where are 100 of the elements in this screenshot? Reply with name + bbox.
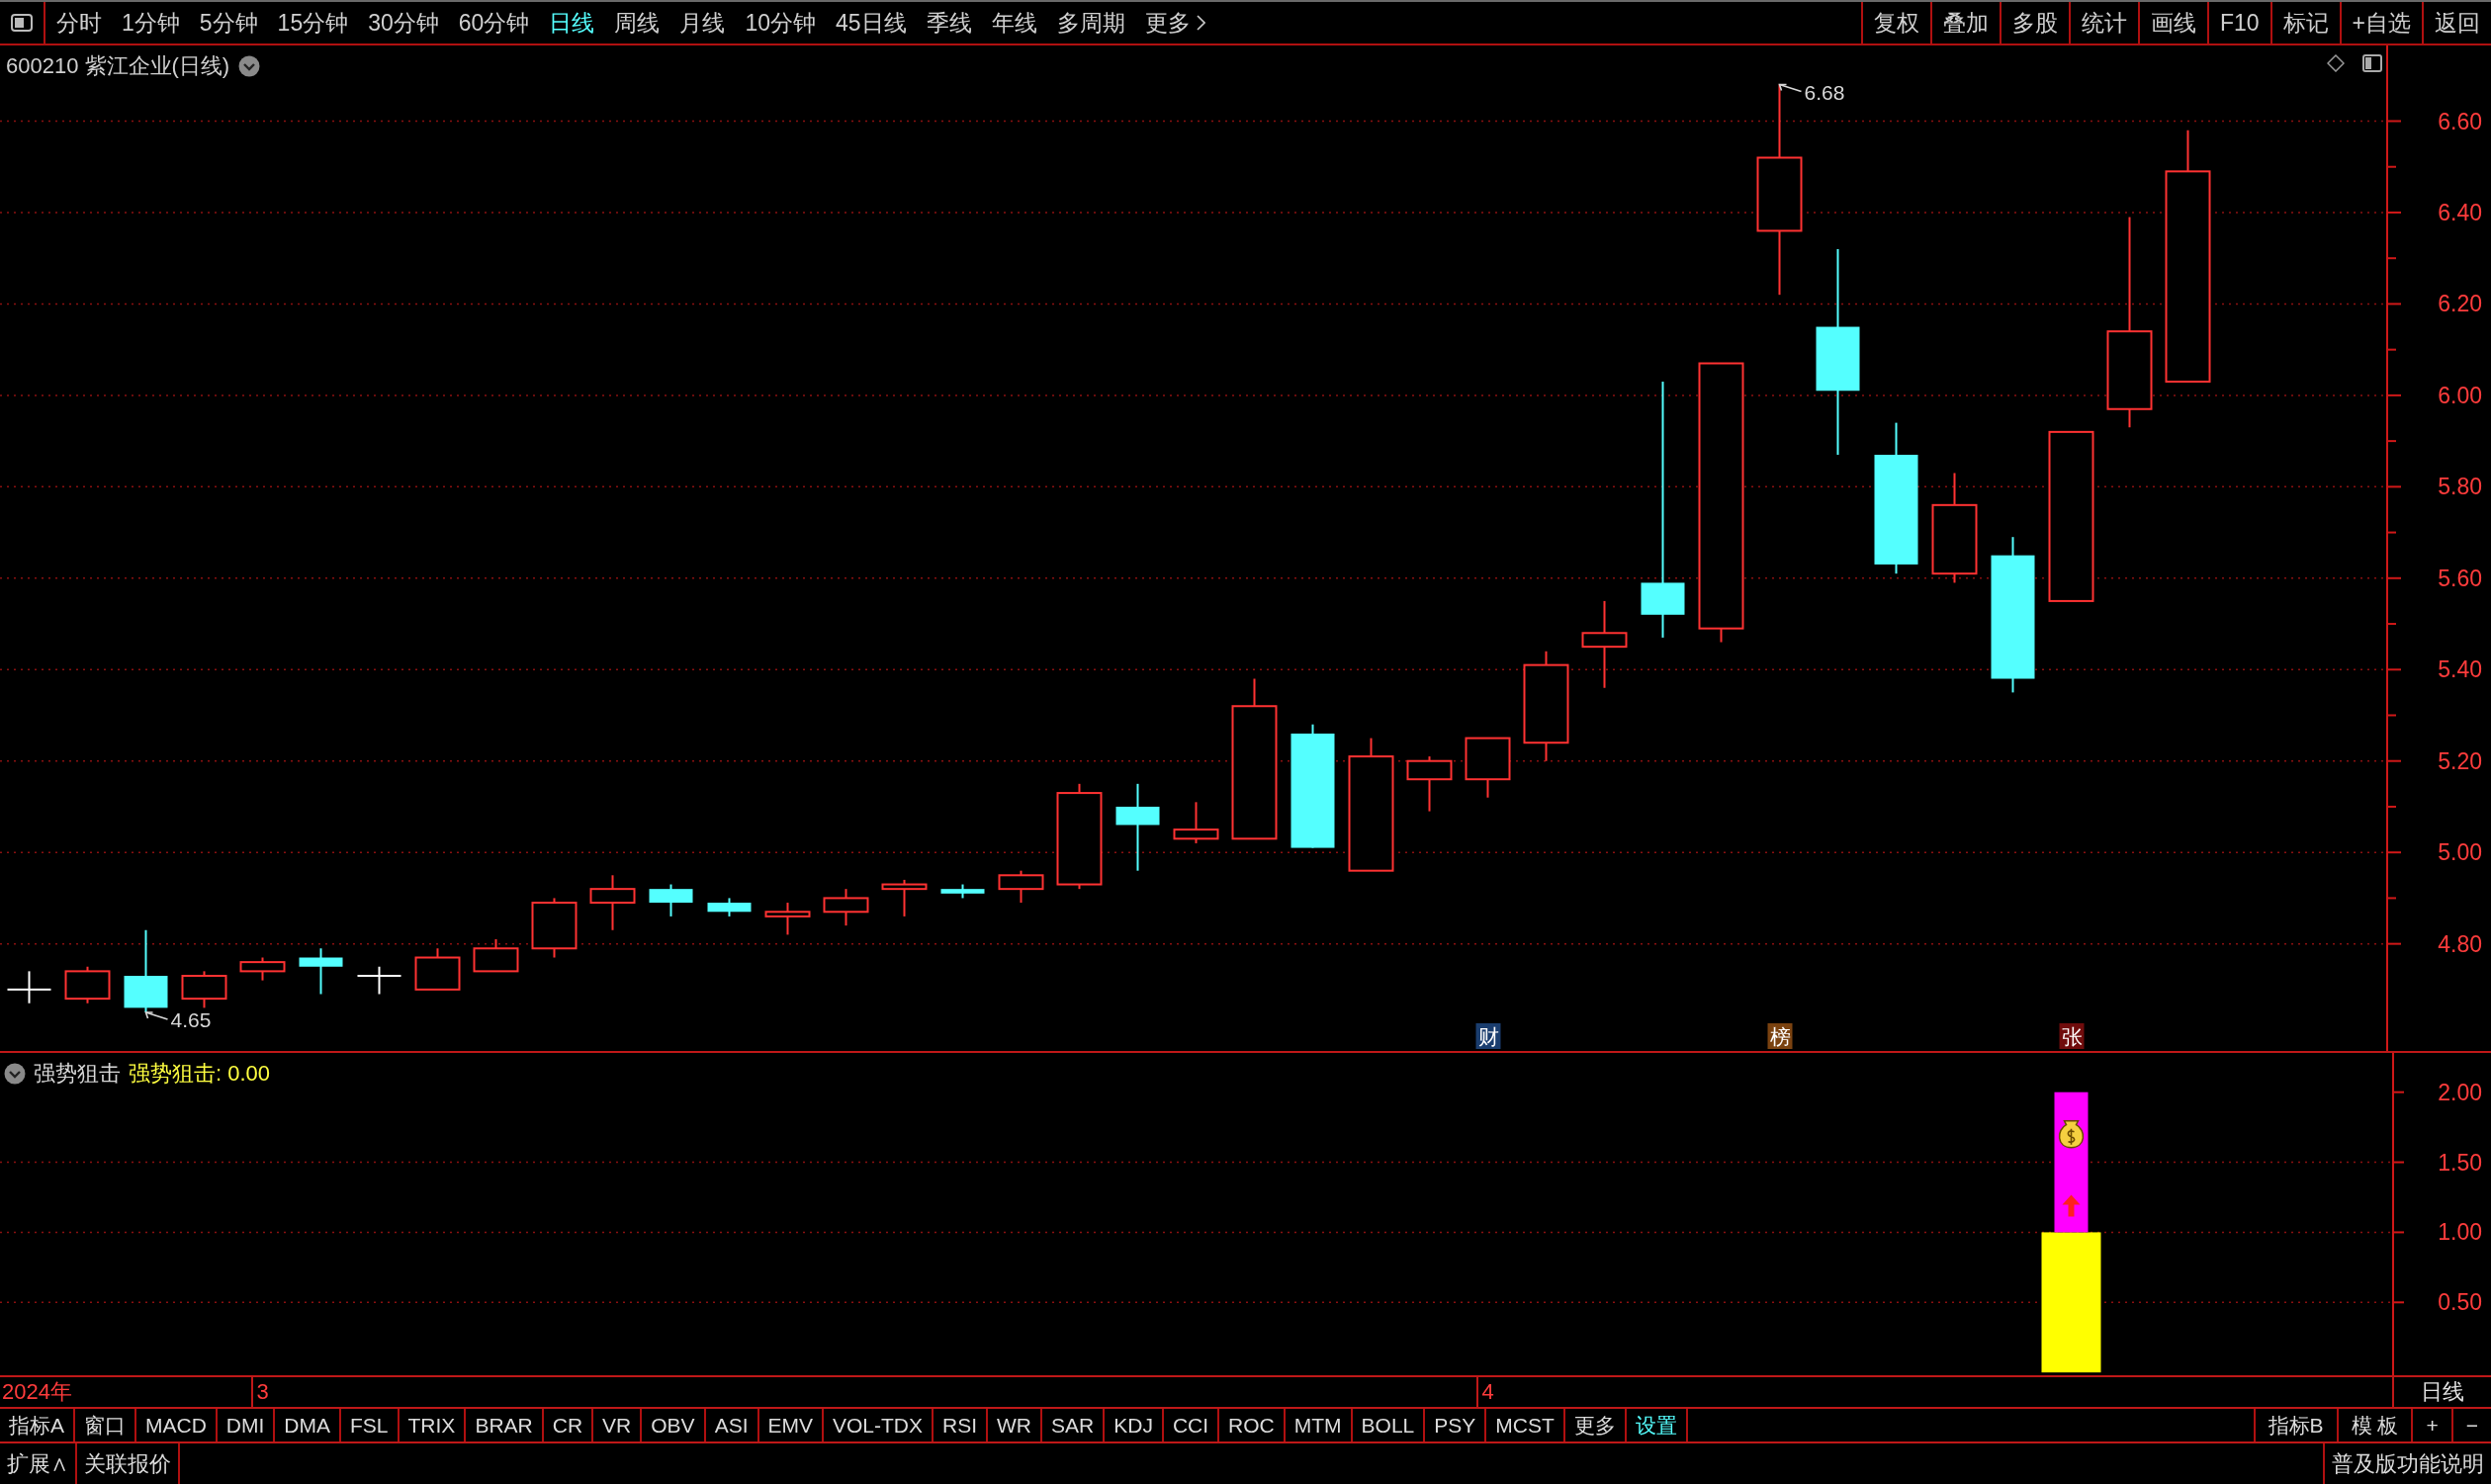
indicator-tab[interactable]: RSI	[934, 1409, 989, 1441]
axis-label: 2.00	[2438, 1079, 2482, 1105]
indicator-tab[interactable]: CCI	[1163, 1409, 1220, 1441]
chart-title: 600210 紫江企业(日线)	[6, 52, 230, 80]
period-tab[interactable]: 分时	[56, 7, 102, 39]
axis-label: 6.00	[2438, 382, 2482, 408]
date-label: 4	[1481, 1379, 1494, 1405]
candlestick	[881, 879, 928, 917]
event-marker[interactable]: 张	[2059, 1023, 2085, 1049]
period-tab[interactable]: 30分钟	[368, 7, 439, 39]
axis-label: 4.80	[2438, 930, 2482, 957]
axis-label: 6.60	[2438, 108, 2482, 134]
arrow-icon	[144, 1011, 169, 1020]
indicator-tab[interactable]: VOL-TDX	[824, 1409, 934, 1441]
period-tab[interactable]: 10分钟	[745, 7, 816, 39]
candlestick	[64, 966, 111, 1004]
status-button[interactable]: 关联报价	[77, 1443, 180, 1484]
status-button[interactable]: 扩展∧	[0, 1443, 77, 1484]
axis-label: 0.50	[2438, 1289, 2482, 1316]
candlestick	[589, 875, 636, 930]
period-tab[interactable]: 15分钟	[277, 7, 349, 39]
toolbar-button[interactable]: 多股	[1999, 2, 2069, 44]
indicator-tab[interactable]: MACD	[136, 1409, 218, 1441]
candlestick	[823, 889, 869, 926]
candlestick	[473, 939, 519, 973]
indicator-tab[interactable]: 指标A	[0, 1409, 75, 1441]
dropdown-icon[interactable]	[238, 55, 261, 77]
price-label: 6.68	[1804, 80, 1845, 104]
event-marker[interactable]: 榜	[1767, 1023, 1793, 1049]
period-tab[interactable]: 多周期	[1056, 7, 1125, 39]
candlestick	[414, 948, 461, 991]
panel-button[interactable]: 指标B	[2253, 1409, 2337, 1441]
period-tab[interactable]: 1分钟	[122, 7, 180, 39]
indicator-tab[interactable]: CR	[543, 1409, 594, 1441]
indicator-tab[interactable]: OBV	[642, 1409, 706, 1441]
period-tab[interactable]: 日线	[549, 7, 595, 39]
candlestick	[1406, 756, 1453, 812]
candlestick	[7, 971, 51, 1004]
indicator-tab[interactable]: KDJ	[1105, 1409, 1164, 1441]
indicator-tab[interactable]: WR	[988, 1409, 1043, 1441]
toolbar-button[interactable]: 返回	[2422, 2, 2491, 44]
period-tab[interactable]: 月线	[679, 7, 726, 39]
candlestick	[649, 884, 693, 917]
axis-label: 5.20	[2438, 747, 2482, 774]
indicator-tab[interactable]: MCST	[1486, 1409, 1565, 1441]
period-tab[interactable]: 5分钟	[199, 7, 258, 39]
indicator-tab[interactable]: MTM	[1285, 1409, 1353, 1441]
toolbar-button[interactable]: 叠加	[1929, 2, 2000, 44]
indicator-tab[interactable]: SAR	[1042, 1409, 1106, 1441]
axis-label: 5.00	[2438, 839, 2482, 866]
toolbar-button[interactable]: 标记	[2269, 2, 2340, 44]
toolbar-button[interactable]: 复权	[1860, 2, 1930, 44]
chevron-icon	[1196, 15, 1205, 31]
arrow-icon	[1778, 83, 1803, 93]
period-tab[interactable]: 周线	[614, 7, 661, 39]
axis-label: 5.40	[2438, 656, 2482, 683]
toolbar-button[interactable]: 画线	[2137, 2, 2207, 44]
money-bag-icon	[2058, 1119, 2085, 1149]
panel-button[interactable]: +	[2411, 1409, 2451, 1441]
help-link[interactable]: 普及版功能说明	[2323, 1443, 2491, 1484]
indicator-tab[interactable]: BRAR	[466, 1409, 544, 1441]
indicator-tab[interactable]: PSY	[1425, 1409, 1487, 1441]
panel-toggle-icon[interactable]	[11, 14, 33, 32]
indicator-tab[interactable]: FSL	[341, 1409, 400, 1441]
indicator-name: 强势狙击	[34, 1060, 121, 1088]
indicator-tab[interactable]: DMA	[275, 1409, 342, 1441]
diamond-icon[interactable]	[2327, 54, 2345, 72]
toolbar-button[interactable]: 统计	[2068, 2, 2138, 44]
up-arrow-icon	[2062, 1194, 2081, 1217]
indicator-tab[interactable]: ROC	[1219, 1409, 1286, 1441]
indicator-tab[interactable]: 更多	[1564, 1409, 1627, 1441]
toolbar-button[interactable]: F10	[2206, 2, 2270, 44]
candlestick	[531, 898, 578, 958]
panel-button[interactable]: 模 板	[2336, 1409, 2412, 1441]
toolbar-button[interactable]: +自选	[2339, 2, 2422, 44]
price-label: 4.65	[170, 1008, 212, 1031]
dropdown-icon[interactable]	[4, 1063, 26, 1085]
indicator-tab[interactable]: TRIX	[399, 1409, 467, 1441]
panel-icon[interactable]	[2362, 54, 2382, 72]
indicator-tab[interactable]: VR	[593, 1409, 643, 1441]
axis-label: 5.80	[2438, 474, 2482, 500]
period-tab[interactable]: 季线	[926, 7, 972, 39]
axis-label: 6.20	[2438, 291, 2482, 317]
period-tab[interactable]: 60分钟	[458, 7, 530, 39]
indicator-tab[interactable]: EMV	[758, 1409, 824, 1441]
indicator-tab[interactable]: DMI	[217, 1409, 276, 1441]
candlestick	[1173, 802, 1219, 843]
candlestick	[707, 898, 752, 917]
candlestick	[299, 948, 343, 995]
period-tab[interactable]: 45日线	[835, 7, 907, 39]
panel-button[interactable]: −	[2450, 1409, 2491, 1441]
indicator-tab[interactable]: 窗口	[75, 1409, 136, 1441]
indicator-tab[interactable]: BOLL	[1352, 1409, 1426, 1441]
period-tab[interactable]: 年线	[991, 7, 1037, 39]
axis-label: 6.40	[2438, 199, 2482, 225]
more-button[interactable]: 更多	[1144, 7, 1205, 39]
candlestick	[181, 971, 227, 1008]
indicator-tab[interactable]: ASI	[705, 1409, 759, 1441]
indicator-tab[interactable]: 设置	[1626, 1409, 1688, 1441]
event-marker[interactable]: 财	[1475, 1023, 1501, 1049]
